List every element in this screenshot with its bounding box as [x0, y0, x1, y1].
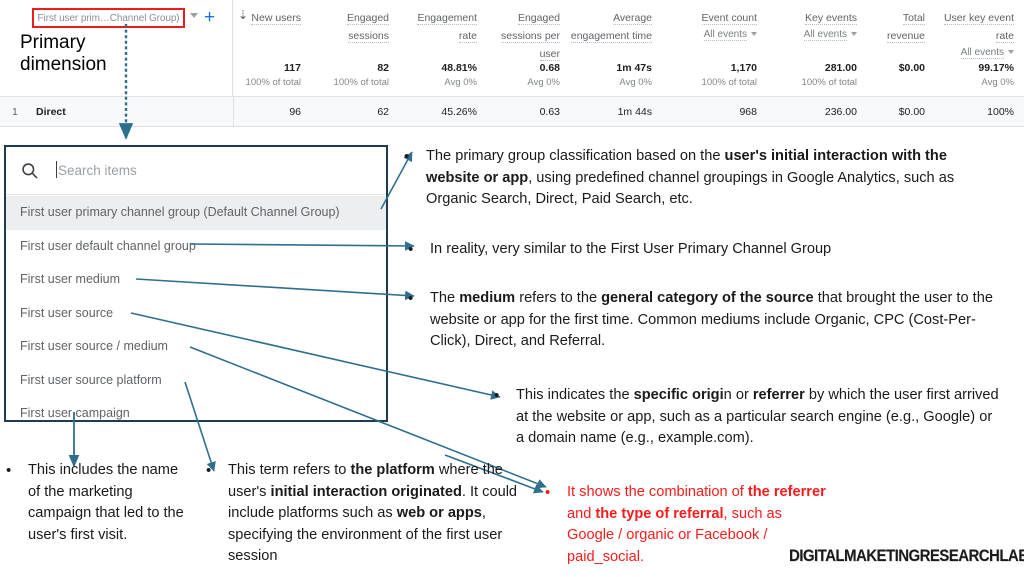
metric-column-header[interactable]: Average engagement time 1m 47s Avg 0%	[570, 0, 662, 96]
annotation-primary-channel-group: • The primary group classification based…	[404, 146, 996, 211]
metric-total-subtext: 100% of total	[801, 77, 857, 88]
row-metric-value: 96	[289, 106, 301, 118]
row-metric-value: 1m 44s	[617, 106, 652, 118]
primary-dimension-chip[interactable]: First user prim…Channel Group)	[32, 8, 185, 28]
row-metric-cells: 96 62 45.26% 0.63 1m 44s 968 236.00 $0.00 100%	[233, 97, 1024, 126]
dimension-list-item[interactable]: First user source platform	[6, 364, 386, 398]
bullet-icon: •	[545, 484, 551, 501]
metric-column-title: Event count	[701, 12, 757, 25]
bullet-icon: •	[6, 462, 12, 479]
metric-total-value: 117	[284, 62, 301, 74]
dimension-list: First user primary channel group (Defaul…	[6, 196, 386, 431]
ga-report-table: First user prim…Channel Group) + ⇣ New u…	[0, 0, 1024, 132]
row-metric-value: 100%	[987, 106, 1014, 118]
metric-columns-header: ⇣ New users 117 100% of total Engaged sessi…	[233, 0, 1024, 96]
metric-column-header[interactable]: User key event rate All events 99.17% Avg 0…	[935, 0, 1024, 96]
metric-total-subtext: 100% of total	[333, 77, 389, 88]
metric-column-filter[interactable]: All events	[935, 46, 1014, 59]
slide-canvas: First user prim…Channel Group) + ⇣ New u…	[0, 0, 1024, 577]
metric-column-title: Average engagement time	[570, 12, 652, 43]
metric-column-title: Engaged sessions	[346, 12, 389, 43]
annotation-text: In reality, very similar to the First Us…	[430, 241, 832, 257]
row-metric-value: 62	[377, 106, 389, 118]
row-metric-value: 0.63	[539, 106, 560, 118]
annotation-campaign: • This includes the name of the marketin…	[6, 460, 192, 546]
primary-dimension-callout-line2: dimension	[20, 54, 107, 75]
annotation-text: This includes the name of the marketing …	[28, 462, 184, 543]
chevron-down-icon[interactable]	[751, 32, 757, 37]
dimension-list-item[interactable]: First user primary channel group (Defaul…	[6, 196, 386, 230]
metric-total-subtext: Avg 0%	[981, 77, 1014, 88]
row-metric-value: 236.00	[824, 106, 857, 118]
chevron-down-icon[interactable]	[851, 32, 857, 37]
metric-column-filter[interactable]: All events	[662, 28, 757, 41]
row-metric-value: 45.26%	[441, 106, 477, 118]
dimension-list-item[interactable]: First user campaign	[6, 397, 386, 431]
row-dimension-value: Direct	[36, 106, 66, 118]
bullet-icon: •	[408, 290, 414, 307]
plus-icon[interactable]: +	[204, 8, 215, 27]
bullet-icon: •	[408, 241, 414, 258]
row-metric-value: 968	[739, 106, 757, 118]
metric-column-title: Engagement rate	[417, 12, 477, 43]
metric-column-header[interactable]: Engaged sessions 82 100% of total	[311, 0, 399, 96]
metric-column-header[interactable]: Total revenue $0.00	[867, 0, 935, 96]
bullet-icon: •	[206, 462, 212, 479]
metric-column-title: Total revenue	[887, 12, 925, 43]
dimension-list-item[interactable]: First user medium	[6, 263, 386, 297]
metric-total-value: 281.00	[824, 62, 857, 74]
annotation-medium: • The medium refers to the general categ…	[408, 288, 998, 353]
metric-total-value: $0.00	[898, 62, 925, 74]
metric-column-title: Key events	[805, 12, 857, 25]
table-row[interactable]: 1 Direct 96 62 45.26% 0.63 1m 44s 968 236.00 $0…	[0, 97, 1024, 127]
primary-dimension-chip-label: First user prim…Channel Group)	[37, 12, 180, 24]
annotation-source: • This indicates the specific origin or …	[494, 385, 1002, 450]
metric-column-title: Engaged sessions per user	[501, 12, 560, 61]
metric-column-header[interactable]: Event count All events 1,170 100% of total	[662, 0, 767, 96]
annotation-text: The primary group classification based o…	[426, 148, 955, 207]
chevron-down-icon[interactable]	[190, 13, 198, 18]
metric-total-subtext: 100% of total	[701, 77, 757, 88]
dimension-list-item[interactable]: First user default channel group	[6, 230, 386, 264]
row-index: 1	[12, 106, 18, 118]
metric-total-value: 0.68	[539, 62, 560, 74]
row-metric-value: $0.00	[898, 106, 925, 118]
annotation-text: The medium refers to the general categor…	[430, 290, 993, 349]
metric-column-header[interactable]: Engaged sessions per user 0.68 Avg 0%	[487, 0, 570, 96]
dimension-picker-dropdown[interactable]: Search items First user primary channel …	[4, 145, 388, 422]
metric-total-subtext: Avg 0%	[444, 77, 477, 88]
metric-column-header[interactable]: New users 117 100% of total	[233, 0, 311, 96]
metric-column-header[interactable]: Key events All events 281.00 100% of total	[767, 0, 867, 96]
primary-dimension-callout-line1: Primary	[20, 32, 86, 53]
annotation-text: This indicates the specific origin or re…	[516, 387, 999, 446]
search-icon	[22, 163, 38, 179]
metric-total-subtext: 100% of total	[245, 77, 301, 88]
bullet-icon: •	[494, 387, 500, 404]
watermark: DIGITALMAKETINGRESEARCHLAB.COM	[789, 546, 1024, 565]
metric-total-subtext: Avg 0%	[527, 77, 560, 88]
annotation-default-channel-group: • In reality, very similar to the First …	[408, 239, 998, 261]
metric-total-value: 1,170	[730, 62, 757, 74]
metric-total-value: 82	[377, 62, 389, 74]
metric-total-value: 48.81%	[441, 62, 477, 74]
dimension-list-item[interactable]: First user source / medium	[6, 330, 386, 364]
annotation-source-platform: • This term refers to the platform where…	[206, 460, 524, 568]
search-input[interactable]: Search items	[58, 161, 137, 180]
bullet-icon: •	[404, 148, 410, 165]
metric-total-value: 99.17%	[978, 62, 1014, 74]
dimension-list-item[interactable]: First user source	[6, 297, 386, 331]
metric-total-subtext: Avg 0%	[619, 77, 652, 88]
metric-column-header[interactable]: Engagement rate 48.81% Avg 0%	[399, 0, 487, 96]
chevron-down-icon[interactable]	[1008, 50, 1014, 55]
metric-column-title: New users	[251, 12, 301, 25]
metric-total-value: 1m 47s	[616, 62, 652, 74]
text-cursor	[56, 161, 57, 178]
metric-column-title: User key event rate	[943, 12, 1014, 43]
search-row[interactable]: Search items	[6, 147, 386, 195]
metric-column-filter[interactable]: All events	[767, 28, 857, 41]
primary-dimension-callout-label: Primary dimension	[20, 32, 107, 76]
annotation-text: This term refers to the platform where t…	[228, 462, 518, 564]
